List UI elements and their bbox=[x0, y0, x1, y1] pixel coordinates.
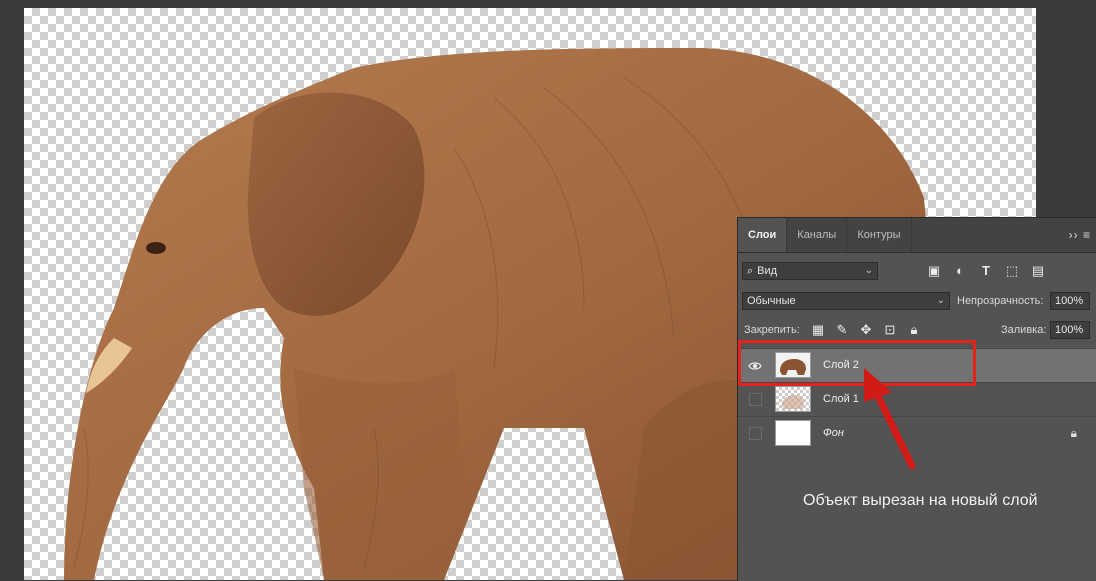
annotation-caption: Объект вырезан на новый слой bbox=[803, 492, 1038, 509]
arrow-icon bbox=[864, 368, 916, 470]
